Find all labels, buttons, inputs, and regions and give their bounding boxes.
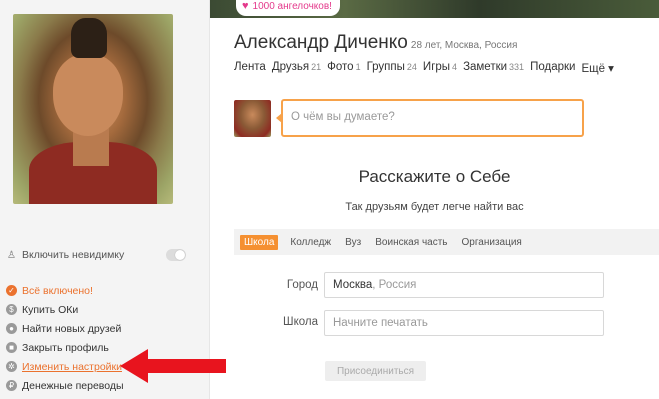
profile-meta: 28 лет, Москва, Россия: [410, 40, 518, 51]
user-icon: ●: [6, 323, 17, 334]
angel-icon: ♥: [242, 0, 249, 12]
tab-organization[interactable]: Организация: [462, 237, 522, 248]
join-button[interactable]: Присоединиться: [325, 361, 426, 381]
tab-gifts[interactable]: Подарки: [530, 61, 575, 75]
about-title: Расскажите о Себе: [358, 167, 511, 186]
avatar[interactable]: [234, 100, 271, 137]
gear-icon: ✲: [6, 361, 17, 372]
tab-college[interactable]: Колледж: [290, 237, 331, 248]
tab-friends[interactable]: Друзья 21: [272, 61, 321, 75]
city-label: Город: [286, 279, 318, 291]
invisible-toggle[interactable]: [166, 249, 186, 261]
left-sidebar: ♙ Включить невидимку ✓ Всё включено! $ К…: [0, 0, 210, 399]
city-field[interactable]: Москва, Россия: [324, 272, 604, 298]
tab-military[interactable]: Воинская часть: [375, 237, 447, 248]
tab-photos[interactable]: Фото 1: [327, 61, 360, 75]
sidebar-item-buy-oki[interactable]: $ Купить ОКи: [6, 300, 206, 319]
profile-nav: Лента Друзья 21 Фото 1 Группы 24 Игры 4 Заме…: [234, 61, 620, 75]
education-tabs: Школа Колледж Вуз Воинская часть Организ…: [234, 229, 659, 255]
about-subtitle: Так друзьям будет легче найти вас: [345, 201, 524, 213]
coin-icon: $: [6, 304, 17, 315]
invisible-label: Включить невидимку: [22, 249, 125, 261]
profile-name: Александр Диченко 28 лет, Москва, Россия: [234, 32, 518, 53]
ok-icon: ✓: [6, 285, 17, 296]
angels-badge[interactable]: ♥ 1000 ангелочков!: [236, 0, 340, 16]
money-icon: ₽: [6, 380, 17, 391]
annotation-arrow-icon: [120, 349, 226, 383]
tab-notes[interactable]: Заметки 331: [463, 61, 524, 75]
status-input[interactable]: О чём вы думаете?: [276, 99, 584, 137]
sidebar-item-find-friends[interactable]: ● Найти новых друзей: [6, 319, 206, 338]
school-label: Школа: [283, 316, 318, 328]
school-field[interactable]: Начните печатать: [324, 310, 604, 336]
sidebar-item-all-inclusive[interactable]: ✓ Всё включено!: [6, 281, 206, 300]
tab-feed[interactable]: Лента: [234, 61, 266, 75]
tab-school[interactable]: Школа: [240, 234, 279, 250]
incognito-icon: ♙: [7, 249, 16, 261]
invisible-toggle-row[interactable]: ♙ Включить невидимку: [6, 248, 186, 262]
profile-photo[interactable]: [13, 14, 173, 204]
tab-games[interactable]: Игры 4: [423, 61, 457, 75]
tab-more[interactable]: Ещё ▾: [581, 61, 614, 75]
tab-university[interactable]: Вуз: [345, 237, 361, 248]
lock-icon: ■: [6, 342, 17, 353]
tab-groups[interactable]: Группы 24: [367, 61, 417, 75]
